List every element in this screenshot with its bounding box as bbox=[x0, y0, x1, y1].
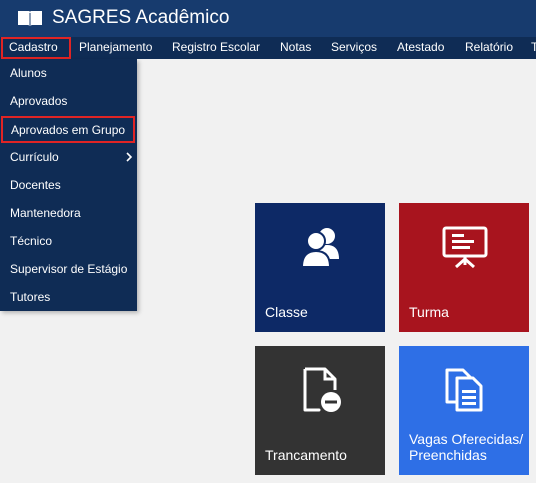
tile-turma[interactable]: Turma bbox=[399, 203, 529, 332]
dropdown-item-aprovados-em-grupo[interactable]: Aprovados em Grupo bbox=[1, 116, 135, 143]
chevron-right-icon bbox=[126, 152, 133, 162]
menu-servicos[interactable]: Serviços bbox=[331, 37, 377, 59]
dropdown-item-aprovados[interactable]: Aprovados bbox=[0, 87, 137, 115]
tile-label-line2: Preenchidas bbox=[409, 447, 487, 463]
dropdown-item-docentes[interactable]: Docentes bbox=[0, 171, 137, 199]
main-menu: Cadastro Planejamento Registro Escolar N… bbox=[0, 37, 536, 59]
menu-relatorio[interactable]: Relatório bbox=[465, 37, 513, 59]
dropdown-item-label: Currículo bbox=[10, 150, 59, 164]
menu-notas[interactable]: Notas bbox=[280, 37, 311, 59]
dropdown-item-curriculo[interactable]: Currículo bbox=[0, 143, 137, 171]
dropdown-item-supervisor-de-estagio[interactable]: Supervisor de Estágio bbox=[0, 255, 137, 283]
document-minus-icon bbox=[303, 367, 341, 412]
menu-item-truncated[interactable]: T bbox=[531, 37, 536, 59]
tile-label: Classe bbox=[265, 304, 308, 320]
app-title: SAGRES Acadêmico bbox=[52, 7, 230, 28]
tile-label-line1: Vagas Oferecidas/ bbox=[409, 431, 524, 447]
copy-documents-icon bbox=[445, 368, 483, 412]
menu-registro-escolar[interactable]: Registro Escolar bbox=[172, 37, 260, 59]
menu-planejamento[interactable]: Planejamento bbox=[79, 37, 152, 59]
dropdown-item-tutores[interactable]: Tutores bbox=[0, 283, 137, 311]
dropdown-item-alunos[interactable]: Alunos bbox=[0, 59, 137, 87]
cadastro-dropdown: Alunos Aprovados Aprovados em Grupo Curr… bbox=[0, 59, 137, 311]
tile-label: Trancamento bbox=[265, 447, 347, 463]
tile-trancamento[interactable]: Trancamento bbox=[255, 346, 385, 475]
menu-cadastro[interactable]: Cadastro bbox=[1, 37, 71, 59]
tile-label: Turma bbox=[409, 304, 449, 320]
book-icon bbox=[18, 11, 42, 27]
dropdown-item-tecnico[interactable]: Técnico bbox=[0, 227, 137, 255]
menu-atestado[interactable]: Atestado bbox=[397, 37, 444, 59]
tile-vagas-oferecidas-preenchidas[interactable]: Vagas Oferecidas/ Preenchidas bbox=[399, 346, 529, 475]
tile-classe[interactable]: Classe bbox=[255, 203, 385, 332]
users-icon bbox=[300, 228, 339, 268]
tile-label: Vagas Oferecidas/ Preenchidas bbox=[409, 431, 523, 463]
presentation-board-icon bbox=[442, 226, 488, 269]
dropdown-item-mantenedora[interactable]: Mantenedora bbox=[0, 199, 137, 227]
app-header: SAGRES Acadêmico bbox=[0, 0, 536, 37]
